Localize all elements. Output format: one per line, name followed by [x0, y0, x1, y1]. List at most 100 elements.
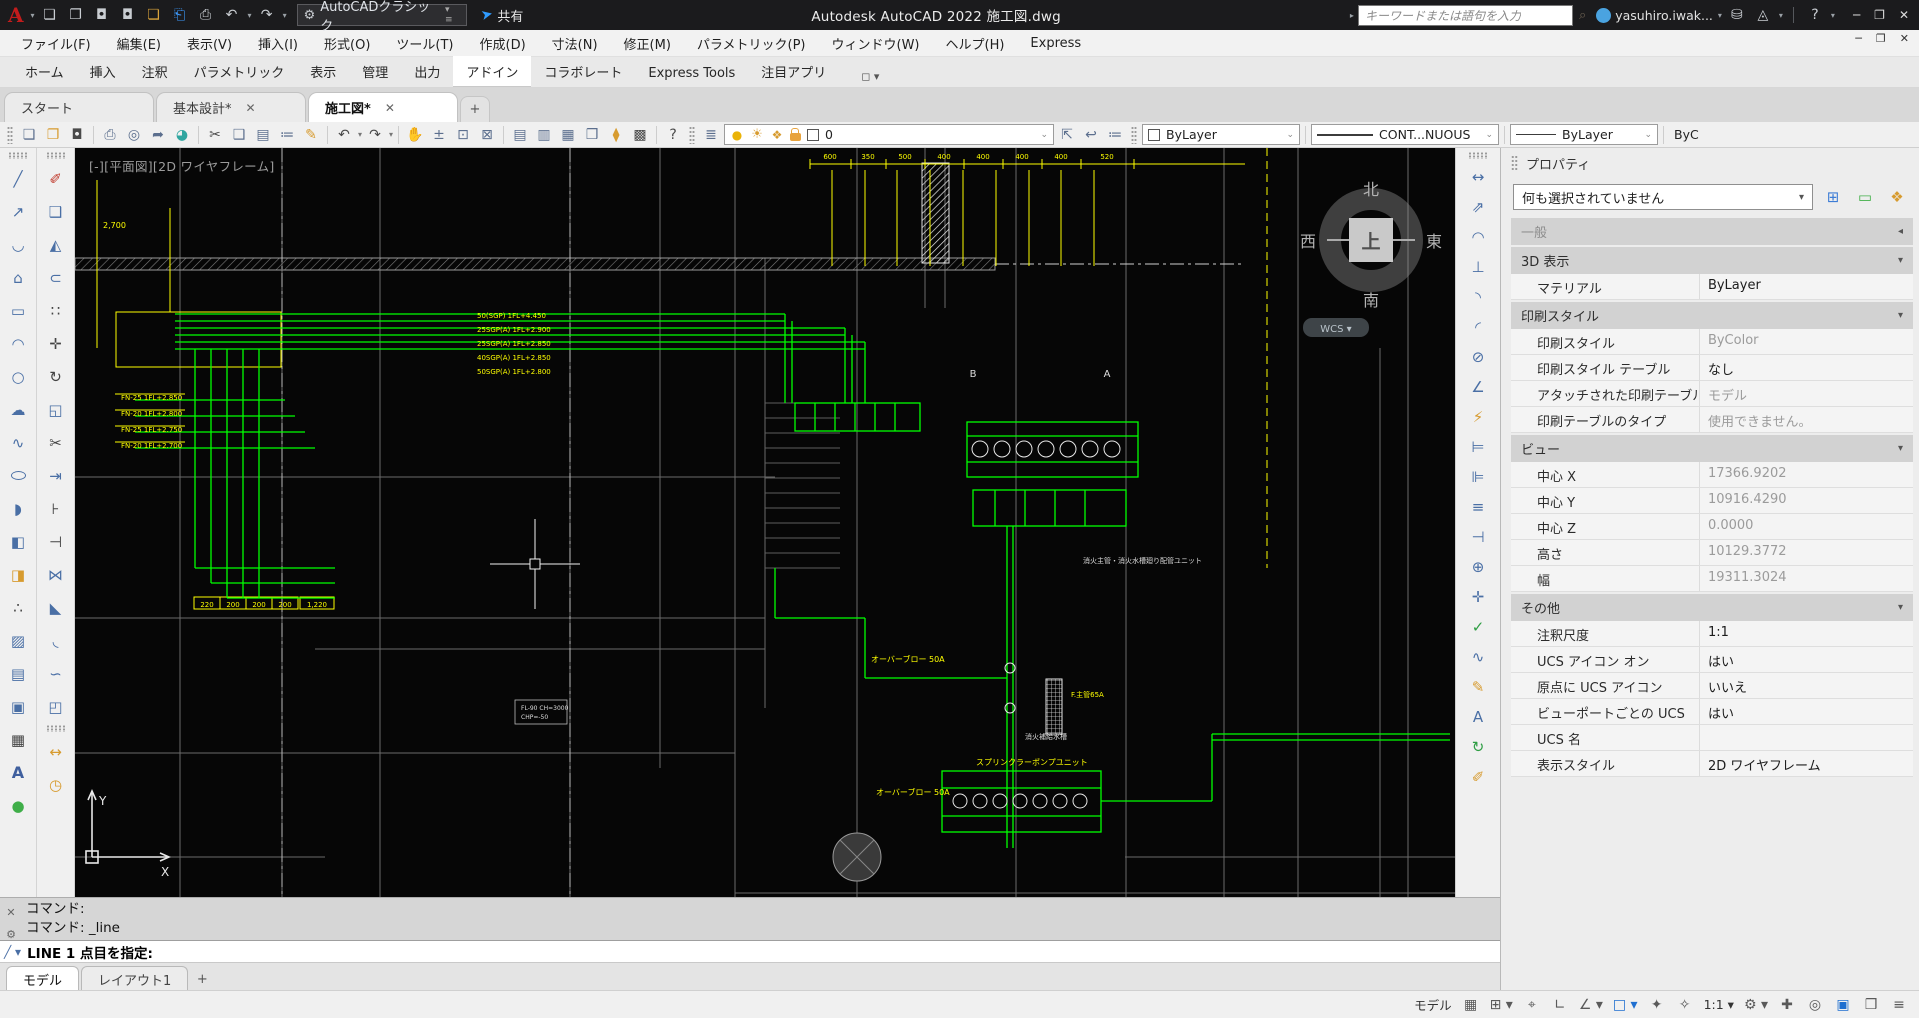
ribbon-tab[interactable]: ホーム [12, 56, 77, 87]
menu-item[interactable]: ヘルプ(H) [933, 30, 1018, 57]
publish-sheets-icon[interactable]: ⧫ [605, 124, 627, 146]
toolbar-grip[interactable] [689, 126, 695, 144]
polyline-tool[interactable]: ◡ [3, 228, 33, 261]
designcenter-icon[interactable]: ▥ [533, 124, 555, 146]
workspace-chevron[interactable]: ▾ ≡ [445, 5, 460, 25]
undo-icon[interactable]: ↶ [333, 124, 355, 146]
revision-cloud-tool[interactable]: ☁ [3, 393, 33, 426]
clean-screen-icon[interactable]: ❒ [1859, 994, 1883, 1016]
undo-icon[interactable]: ↶ [221, 4, 243, 26]
property-row[interactable]: UCS アイコン オン はい [1511, 647, 1913, 673]
explode-tool[interactable]: ◰ [41, 690, 71, 723]
quickcalc-icon[interactable]: ▩ [629, 124, 651, 146]
color-combo-chevron[interactable]: ⌄ [1286, 130, 1294, 140]
property-row[interactable]: 幅 19311.3024 [1511, 566, 1913, 592]
osnap-icon[interactable]: □ ▾ [1610, 994, 1641, 1016]
make-block-tool[interactable]: ◨ [3, 558, 33, 591]
dim-center-mark[interactable]: ✛ [1463, 582, 1493, 612]
autodesk-logo-icon[interactable]: ◬ [1752, 4, 1774, 26]
annotation-scale[interactable]: 1:1 ▾ [1701, 994, 1737, 1016]
minimize-button[interactable]: ─ [1853, 8, 1860, 22]
layout1-tab[interactable]: レイアウト1 [81, 966, 188, 990]
collapse-icon[interactable]: ▾ [1898, 310, 1903, 321]
ribbon-tab[interactable]: 注釈 [129, 56, 181, 87]
select-objects-icon[interactable]: ▭ [1853, 185, 1877, 209]
grid-icon[interactable]: ▦ [1459, 994, 1483, 1016]
menu-item[interactable]: 形式(O) [311, 30, 383, 57]
isolate-objects-icon[interactable]: ◎ [1803, 994, 1827, 1016]
lineweight-combo-chevron[interactable]: ⌄ [1644, 130, 1652, 140]
ribbon-tab[interactable]: 表示 [297, 56, 349, 87]
ribbon-tab[interactable]: 注目アプリ [748, 56, 839, 87]
ellipse-arc-tool[interactable]: ◗ [3, 492, 33, 525]
dim-update[interactable]: ↻ [1463, 732, 1493, 762]
save-icon[interactable]: ◘ [66, 124, 88, 146]
dim-space[interactable]: ≡ [1463, 492, 1493, 522]
erase-tool[interactable]: ✐ [41, 162, 71, 195]
ortho-icon[interactable]: ∟ [1548, 994, 1572, 1016]
dim-linear-tool[interactable]: ↔ [41, 735, 71, 768]
transfer-icon[interactable]: ⎗ [169, 4, 191, 26]
model-tab[interactable]: モデル [6, 966, 79, 990]
open-icon[interactable]: ❐ [65, 4, 87, 26]
file-tab-kihon[interactable]: 基本設計* ✕ [156, 92, 306, 122]
menu-item[interactable]: 修正(M) [611, 30, 684, 57]
dynamic-input-icon[interactable]: ⌖ [1520, 994, 1544, 1016]
property-row[interactable]: 印刷テーブルのタイプ 使用できません。 [1511, 407, 1913, 433]
mtext-tool[interactable]: A [3, 756, 33, 789]
chamfer-tool[interactable]: ◣ [41, 591, 71, 624]
dim-jog-line[interactable]: ∿ [1463, 642, 1493, 672]
annotation-visibility-icon[interactable]: ✦ [1645, 994, 1669, 1016]
close-tab-icon[interactable]: ✕ [385, 101, 395, 115]
app-menu-chevron[interactable]: ▾ [31, 11, 35, 20]
doc-restore-button[interactable]: ❐ [1876, 32, 1886, 45]
ribbon-tab[interactable]: コラボレート [531, 56, 635, 87]
menu-item[interactable]: 挿入(I) [245, 30, 311, 57]
dim-jogged[interactable]: ◜ [1463, 312, 1493, 342]
join-tool[interactable]: ⋈ [41, 558, 71, 591]
save-icon[interactable]: ◘ [91, 4, 113, 26]
dim-aligned[interactable]: ⇗ [1463, 192, 1493, 222]
ribbon-tab[interactable]: 出力 [401, 56, 453, 87]
new-tab-button[interactable]: + [460, 96, 490, 122]
user-chevron[interactable]: ▾ [1718, 11, 1722, 20]
doc-minimize-button[interactable]: ─ [1855, 32, 1862, 45]
redo-icon[interactable]: ↷ [256, 4, 278, 26]
cart-icon[interactable]: ⛁ [1726, 4, 1748, 26]
collapse-icon[interactable]: ▾ [1898, 602, 1903, 613]
print-icon[interactable]: ⎙ [195, 4, 217, 26]
close-tab-icon[interactable]: ✕ [246, 101, 256, 115]
toolbar-grip[interactable] [1131, 126, 1137, 144]
layer-combo-chevron[interactable]: ⌄ [1040, 130, 1048, 140]
ribbon-tab[interactable]: 管理 [349, 56, 401, 87]
make-layer-current-icon[interactable]: ⇱ [1056, 124, 1078, 146]
section-header-view[interactable]: ビュー ▾ [1511, 435, 1913, 462]
property-row[interactable]: 中心 X 17366.9202 [1511, 462, 1913, 488]
match-properties-icon[interactable]: ≔ [276, 124, 298, 146]
redo-chevron[interactable]: ▾ [283, 11, 287, 20]
command-customize-icon[interactable]: ⚙ [6, 925, 16, 944]
plotstyle-combo[interactable]: ByC [1669, 124, 1721, 145]
gradient-tool[interactable]: ▤ [3, 657, 33, 690]
collapse-icon[interactable]: ▾ [1898, 255, 1903, 266]
viewport-label[interactable]: [-][平面図][2D ワイヤフレーム] [89, 156, 275, 175]
polar-tracking-icon[interactable]: ∠ ▾ [1576, 994, 1606, 1016]
property-row[interactable]: アタッチされた印刷テーブル モデル [1511, 381, 1913, 407]
doc-close-button[interactable]: ✕ [1900, 32, 1909, 45]
ellipse-tool[interactable] [3, 459, 33, 492]
selection-combo[interactable]: 何も選択されていません ▾ [1513, 184, 1813, 210]
fillet-tool[interactable]: ◟ [41, 624, 71, 657]
section-header-plot[interactable]: 印刷スタイル ▾ [1511, 302, 1913, 329]
selection-combo-chevron[interactable]: ▾ [1799, 192, 1804, 203]
array-tool[interactable]: ∷ [41, 294, 71, 327]
property-row[interactable]: 高さ 10129.3772 [1511, 540, 1913, 566]
construction-line-tool[interactable]: ↗ [3, 195, 33, 228]
mirror-tool[interactable]: ◭ [41, 228, 71, 261]
zoom-previous-icon[interactable]: ⊠ [476, 124, 498, 146]
offset-tool[interactable]: ⊂ [41, 261, 71, 294]
linetype-combo-chevron[interactable]: ⌄ [1485, 130, 1493, 140]
pan-icon[interactable]: ✋ [404, 124, 426, 146]
workspace-gear-icon[interactable]: ⚙ ▾ [1741, 994, 1771, 1016]
collapse-icon[interactable]: ▾ [1898, 443, 1903, 454]
toolbar-grip[interactable] [8, 152, 28, 159]
